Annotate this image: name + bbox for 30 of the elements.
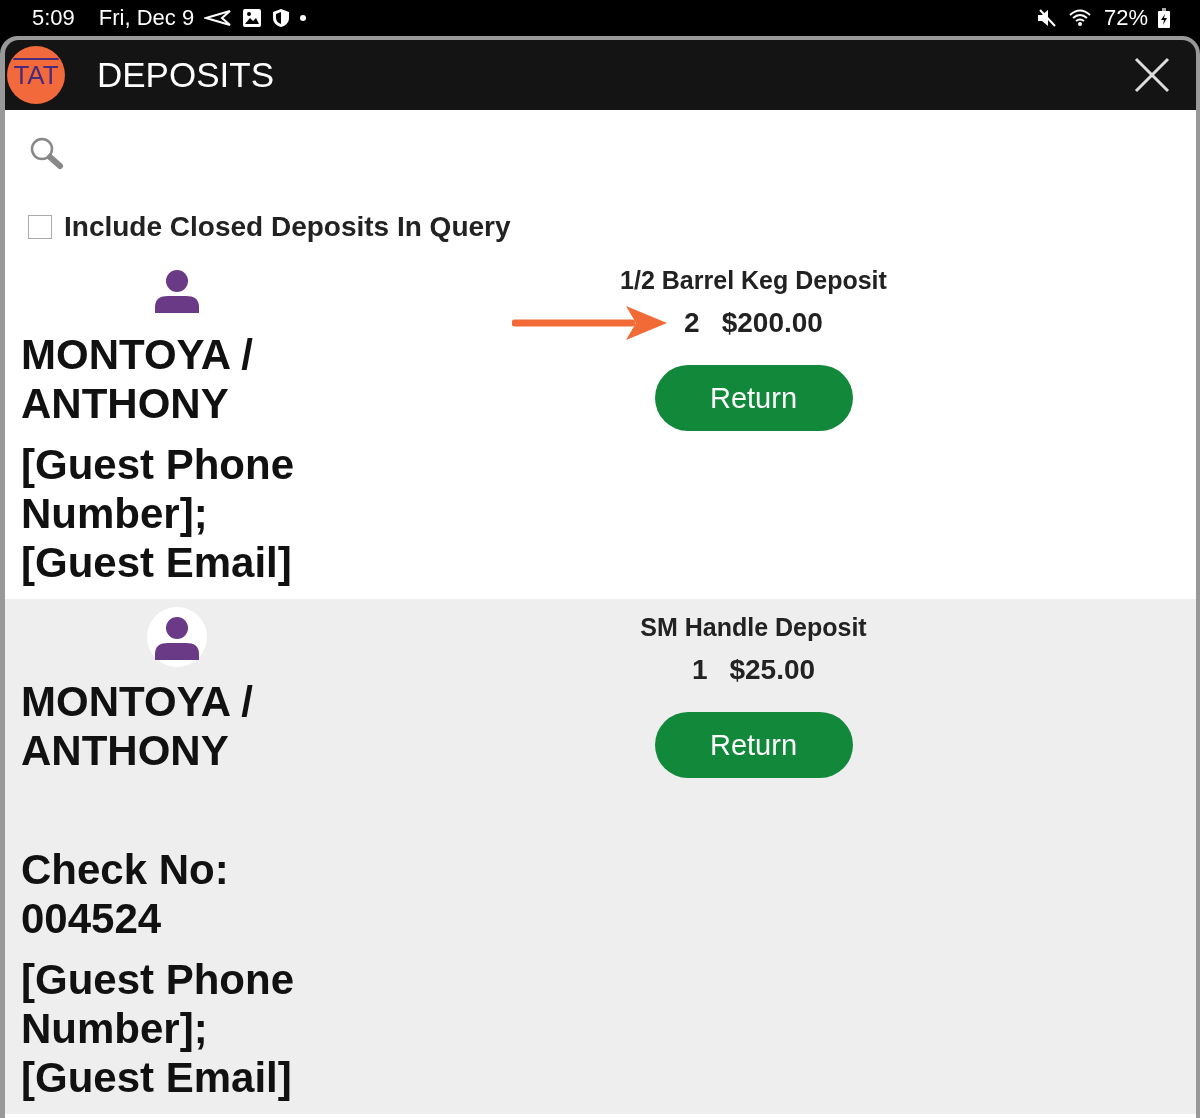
check-number: Check No: 004524 <box>21 845 230 943</box>
status-date: Fri, Dec 9 <box>98 5 195 31</box>
deposit-amount: $25.00 <box>729 654 816 686</box>
deposit-item: SM Handle Deposit <box>640 613 867 642</box>
guest-contact: [Guest Phone Number]; [Guest Email] <box>21 440 296 587</box>
image-icon <box>242 8 263 28</box>
deposit-quantity: 1 <box>691 654 708 686</box>
return-button[interactable]: Return <box>654 365 853 431</box>
battery-percent: 72% <box>1103 5 1148 31</box>
window-title: DEPOSITS <box>97 55 275 95</box>
checkbox[interactable] <box>28 215 52 239</box>
close-button[interactable] <box>1134 57 1170 93</box>
send-icon <box>204 9 233 27</box>
checkbox-label: Include Closed Deposits In Query <box>64 211 511 243</box>
deposit-item: 1/2 Barrel Keg Deposit <box>620 266 887 295</box>
arrow-icon <box>512 304 669 342</box>
guest-contact: [Guest Phone Number]; [Guest Email] <box>21 955 296 1102</box>
mute-icon <box>1035 8 1058 28</box>
battery-icon <box>1158 8 1170 28</box>
deposit-quantity: 2 <box>684 307 700 339</box>
deposit-amount: $200.00 <box>721 307 823 339</box>
close-icon <box>1134 57 1170 93</box>
shield-icon <box>272 8 291 28</box>
guest-name: MONTOYA / ANTHONY <box>21 330 254 428</box>
dot-icon <box>300 15 307 21</box>
app-logo: TAT <box>7 46 65 104</box>
status-time: 5:09 <box>32 5 75 31</box>
search-icon[interactable] <box>29 136 65 170</box>
return-button[interactable]: Return <box>654 712 853 778</box>
guest-name: MONTOYA / ANTHONY <box>21 677 254 775</box>
